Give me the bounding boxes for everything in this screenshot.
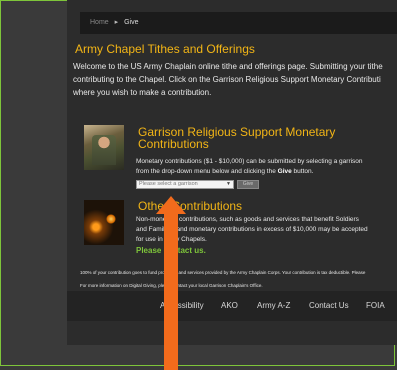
garrison-select[interactable]: Please select a garrison ▼ [136, 180, 234, 189]
footer-link-contact-us[interactable]: Contact Us [309, 301, 349, 310]
monetary-contributions-title[interactable]: Garrison Religious Support Monetary Cont… [138, 126, 348, 150]
footer-link-foia[interactable]: FOIA [366, 301, 385, 310]
chevron-down-icon: ▼ [226, 181, 231, 187]
footer-link-ako[interactable]: AKO [221, 301, 238, 310]
intro-text: Welcome to the US Army Chaplain online t… [73, 60, 397, 99]
monetary-description: Monetary contributions ($1 - $10,000) ca… [136, 157, 363, 177]
page-title: Army Chapel Tithes and Offerings [75, 42, 255, 56]
intro-line: Welcome to the US Army Chaplain online t… [73, 62, 383, 71]
footer-link-army-a-z[interactable]: Army A-Z [257, 301, 290, 310]
breadcrumb-home-link[interactable]: Home [90, 19, 109, 26]
breadcrumb-current: Give [124, 19, 139, 26]
other-contributions-title[interactable]: Other Contributions [138, 200, 242, 212]
garrison-select-value: Please select a garrison [139, 181, 198, 187]
give-emphasis: Give [277, 168, 292, 175]
breadcrumb-separator: ▸ [114, 19, 119, 26]
candles-image [84, 200, 124, 245]
monetary-text-line: Monetary contributions ($1 - $10,000) ca… [136, 158, 363, 165]
monetary-text-line: from the drop-down menu below and clicki… [136, 168, 314, 175]
intro-line: contributing to the Chapel. Click on the… [73, 75, 381, 84]
soldiers-image [84, 125, 124, 170]
footnote-tax: 100% of your contribution goes to fund p… [80, 270, 366, 275]
intro-line: where you wish to make a contribution. [73, 88, 212, 97]
breadcrumb: Home ▸ Give [80, 12, 397, 34]
annotation-arrow-shaft [164, 212, 178, 370]
annotation-arrow-icon [156, 196, 186, 214]
give-button[interactable]: Give [237, 180, 259, 189]
